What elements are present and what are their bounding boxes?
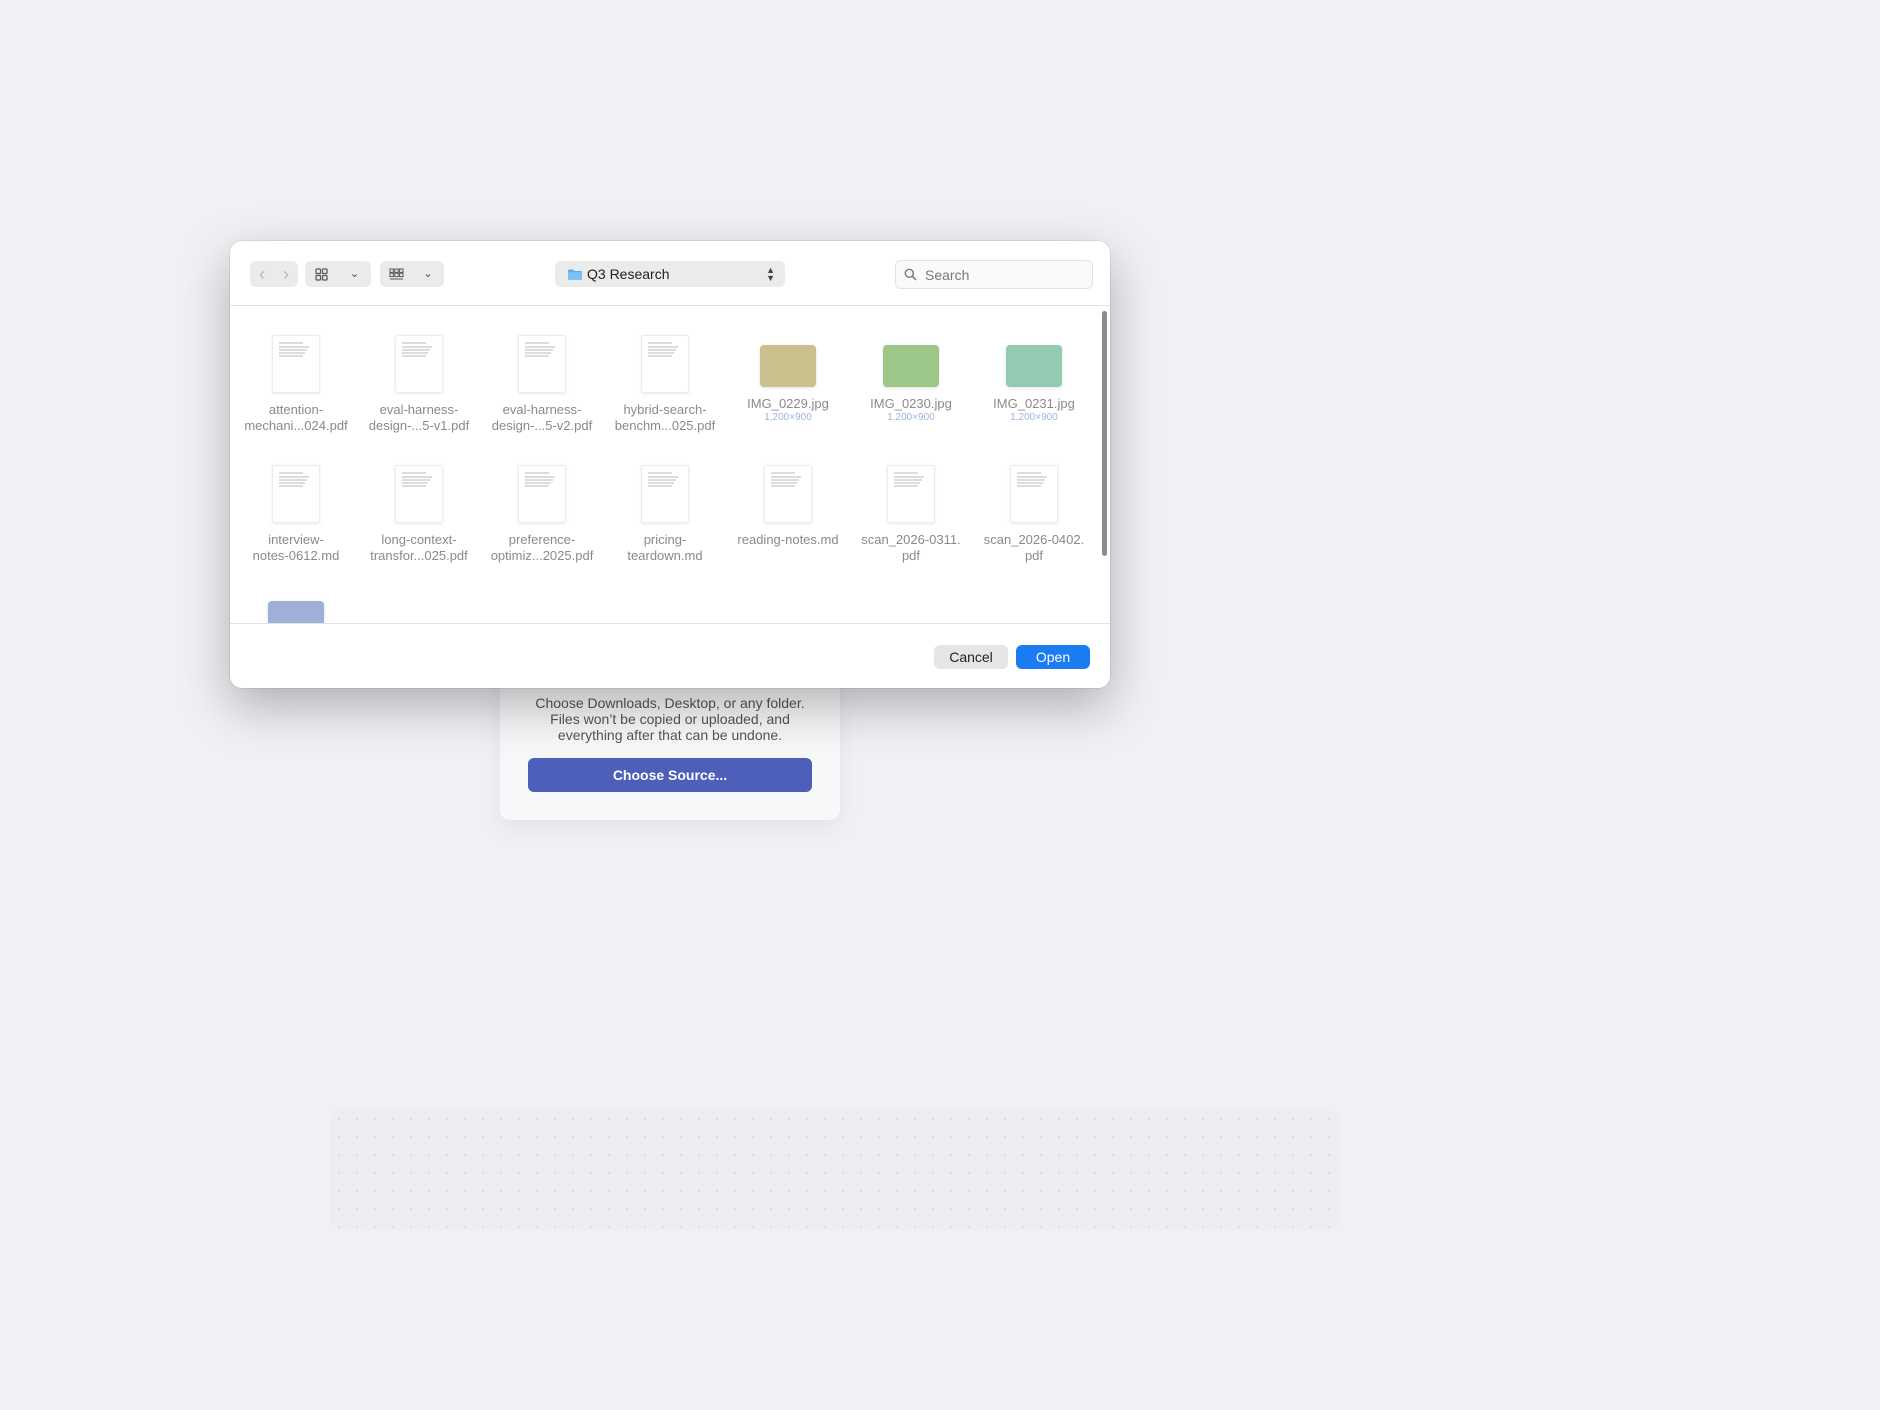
back-icon[interactable]: ‹ bbox=[250, 261, 274, 287]
forward-icon[interactable]: › bbox=[274, 261, 298, 287]
folder-icon bbox=[567, 268, 583, 281]
document-thumbnail bbox=[1010, 465, 1058, 523]
file-name: hybrid-search- benchm...025.pdf bbox=[614, 402, 716, 433]
image-thumbnail bbox=[883, 345, 939, 387]
file-name: scan_2026-0311. pdf bbox=[861, 532, 961, 563]
file-item[interactable] bbox=[235, 591, 357, 624]
dialog-toolbar: ‹ › ⌄ ⌄ Q3 Research ▲ ▼ bbox=[230, 241, 1110, 306]
file-name: IMG_0229.jpg bbox=[747, 396, 829, 411]
document-thumbnail bbox=[641, 465, 689, 523]
file-item[interactable]: IMG_0230.jpg 1,200×900 bbox=[850, 335, 972, 424]
file-name: IMG_0230.jpg bbox=[870, 396, 952, 411]
file-item[interactable]: attention- mechani...024.pdf bbox=[235, 335, 357, 434]
location-popup[interactable]: Q3 Research ▲ ▼ bbox=[555, 261, 785, 287]
file-name: attention- mechani...024.pdf bbox=[244, 402, 348, 433]
file-name: reading-notes.md bbox=[737, 532, 839, 547]
chevron-down-icon[interactable]: ⌄ bbox=[412, 261, 444, 287]
file-item[interactable]: eval-harness- design-...5-v2.pdf bbox=[481, 335, 603, 434]
search-icon bbox=[904, 268, 917, 281]
image-dimensions: 1,200×900 bbox=[887, 412, 935, 423]
file-item[interactable]: eval-harness- design-...5-v1.pdf bbox=[358, 335, 480, 434]
location-label: Q3 Research bbox=[587, 266, 670, 282]
file-open-dialog: ‹ › ⌄ ⌄ Q3 Research ▲ ▼ Search attention… bbox=[230, 241, 1110, 688]
file-item[interactable]: reading-notes.md bbox=[727, 465, 849, 548]
icon-view-icon[interactable] bbox=[305, 267, 338, 281]
file-grid: attention- mechani...024.pdf eval-harness… bbox=[230, 306, 1102, 624]
file-item[interactable]: long-context- transfor...025.pdf bbox=[358, 465, 480, 564]
chevron-down-icon[interactable]: ⌄ bbox=[338, 261, 371, 287]
search-input[interactable] bbox=[923, 265, 1077, 284]
file-name: preference- optimiz...2025.pdf bbox=[490, 532, 594, 563]
document-thumbnail bbox=[395, 335, 443, 393]
image-thumbnail bbox=[268, 601, 324, 624]
document-thumbnail bbox=[764, 465, 812, 523]
navigation-buttons: ‹ › bbox=[250, 261, 298, 287]
document-thumbnail bbox=[887, 465, 935, 523]
document-thumbnail bbox=[518, 335, 566, 393]
group-mode-selector[interactable]: ⌄ bbox=[380, 261, 444, 287]
file-item[interactable]: pricing- teardown.md bbox=[604, 465, 726, 564]
file-name: eval-harness- design-...5-v2.pdf bbox=[491, 402, 593, 433]
document-thumbnail bbox=[518, 465, 566, 523]
file-item[interactable]: scan_2026-0311. pdf bbox=[850, 465, 972, 564]
view-mode-selector[interactable]: ⌄ bbox=[305, 261, 371, 287]
open-button[interactable]: Open bbox=[1016, 645, 1090, 669]
file-name: interview- notes-0612.md bbox=[252, 532, 340, 563]
updown-chevron-icon: ▲ ▼ bbox=[766, 265, 775, 283]
file-name: eval-harness- design-...5-v1.pdf bbox=[368, 402, 470, 433]
file-name: long-context- transfor...025.pdf bbox=[370, 532, 468, 563]
file-name: IMG_0231.jpg bbox=[993, 396, 1075, 411]
choose-source-button[interactable]: Choose Source... bbox=[528, 758, 812, 792]
source-description: Choose Downloads, Desktop, or any folder… bbox=[535, 695, 805, 743]
file-item[interactable]: IMG_0231.jpg 1,200×900 bbox=[973, 335, 1095, 424]
search-field[interactable] bbox=[895, 260, 1093, 289]
file-item[interactable]: scan_2026-0402. pdf bbox=[973, 465, 1095, 564]
image-dimensions: 1,200×900 bbox=[764, 412, 812, 423]
file-name: pricing- teardown.md bbox=[627, 532, 703, 563]
dialog-footer: Cancel Open bbox=[230, 623, 1110, 688]
document-thumbnail bbox=[395, 465, 443, 523]
gallery-grid-icon[interactable] bbox=[380, 268, 412, 281]
image-dimensions: 1,200×900 bbox=[1010, 412, 1058, 423]
scrollbar[interactable] bbox=[1102, 311, 1107, 556]
file-item[interactable]: preference- optimiz...2025.pdf bbox=[481, 465, 603, 564]
drop-zone-background bbox=[330, 1110, 1340, 1230]
document-thumbnail bbox=[272, 465, 320, 523]
document-thumbnail bbox=[272, 335, 320, 393]
image-thumbnail bbox=[1006, 345, 1062, 387]
file-name: scan_2026-0402. pdf bbox=[983, 532, 1085, 563]
file-item[interactable]: interview- notes-0612.md bbox=[235, 465, 357, 564]
file-item[interactable]: IMG_0229.jpg 1,200×900 bbox=[727, 335, 849, 424]
cancel-button[interactable]: Cancel bbox=[934, 645, 1008, 669]
image-thumbnail bbox=[760, 345, 816, 387]
file-item[interactable]: hybrid-search- benchm...025.pdf bbox=[604, 335, 726, 434]
document-thumbnail bbox=[641, 335, 689, 393]
